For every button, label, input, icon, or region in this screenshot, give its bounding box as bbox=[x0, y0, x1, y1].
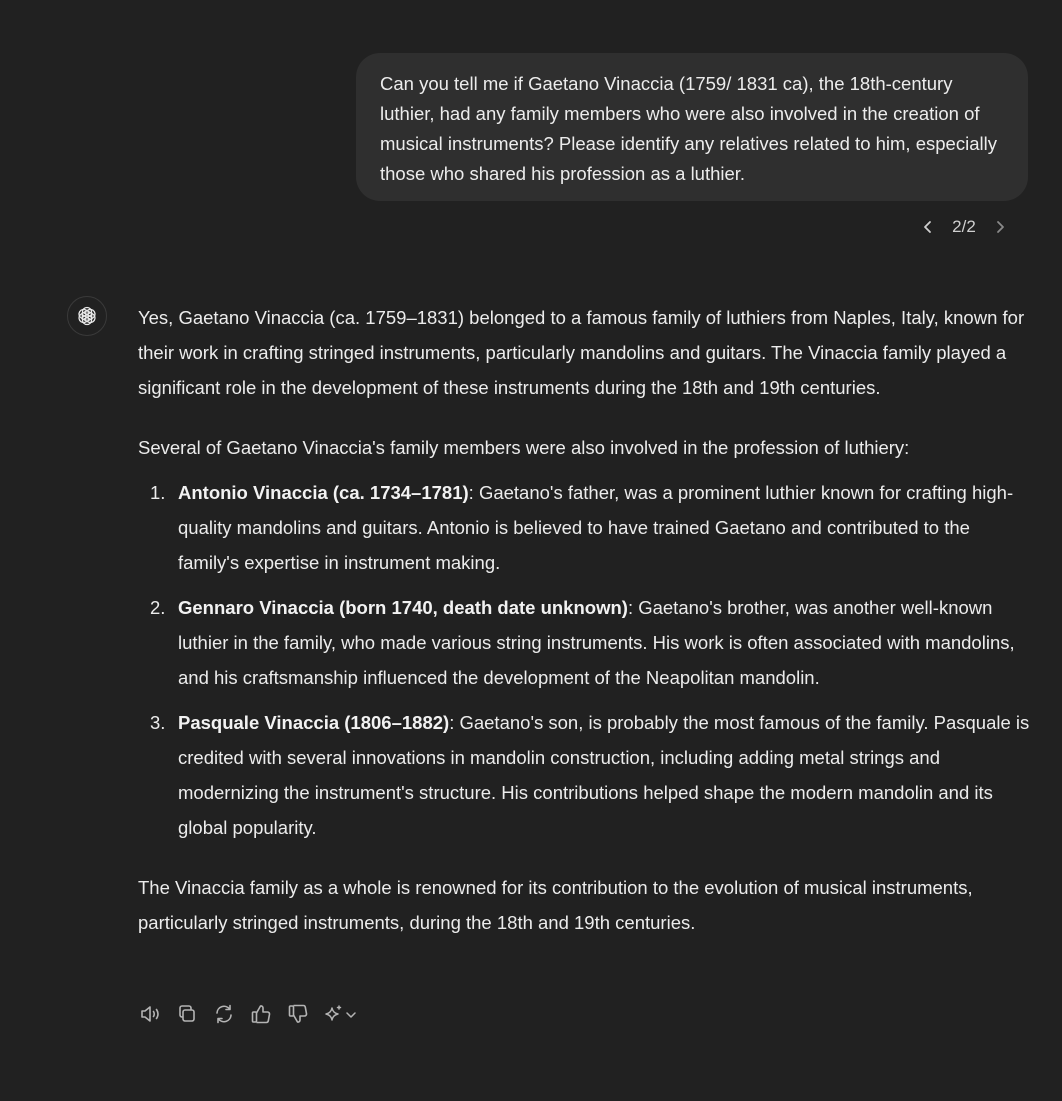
thumbs-up-icon[interactable] bbox=[249, 1002, 273, 1026]
chevron-right-icon[interactable] bbox=[988, 213, 1012, 241]
list-item: 1. Antonio Vinaccia (ca. 1734–1781): Gaet… bbox=[138, 475, 1033, 580]
chat-page: Can you tell me if Gaetano Vinaccia (175… bbox=[0, 0, 1062, 1101]
assistant-lead-paragraph: Several of Gaetano Vinaccia's family mem… bbox=[138, 437, 910, 458]
read-aloud-icon[interactable] bbox=[138, 1002, 162, 1026]
thumbs-down-icon[interactable] bbox=[286, 1002, 310, 1026]
assistant-message: Yes, Gaetano Vinaccia (ca. 1759–1831) be… bbox=[138, 300, 1033, 940]
list-item: 2. Gennaro Vinaccia (born 1740, death dat… bbox=[138, 590, 1033, 695]
chevron-left-icon[interactable] bbox=[916, 213, 940, 241]
sparkle-model-icon[interactable] bbox=[323, 1002, 359, 1026]
user-message-bubble: Can you tell me if Gaetano Vinaccia (175… bbox=[356, 53, 1028, 201]
list-item-number: 1. bbox=[150, 482, 166, 503]
assistant-conclusion-paragraph: The Vinaccia family as a whole is renown… bbox=[138, 877, 973, 933]
list-item-number: 2. bbox=[150, 597, 166, 618]
copy-icon[interactable] bbox=[175, 1002, 199, 1026]
list-item-number: 3. bbox=[150, 712, 166, 733]
list-item-name: Antonio Vinaccia (ca. 1734–1781) bbox=[178, 482, 469, 503]
pager-label: 2/2 bbox=[952, 217, 976, 236]
message-action-bar bbox=[138, 1000, 359, 1028]
user-message-text: Can you tell me if Gaetano Vinaccia (175… bbox=[380, 73, 997, 184]
regenerate-icon[interactable] bbox=[212, 1002, 236, 1026]
list-item: 3. Pasquale Vinaccia (1806–1882): Gaetano… bbox=[138, 705, 1033, 845]
response-pager: 2/2 bbox=[916, 213, 1012, 241]
list-item-name: Pasquale Vinaccia (1806–1882) bbox=[178, 712, 450, 733]
openai-logo-icon bbox=[67, 296, 107, 336]
relatives-list: 1. Antonio Vinaccia (ca. 1734–1781): Gaet… bbox=[138, 475, 1033, 845]
assistant-intro-paragraph: Yes, Gaetano Vinaccia (ca. 1759–1831) be… bbox=[138, 307, 1025, 398]
list-item-name: Gennaro Vinaccia (born 1740, death date … bbox=[178, 597, 628, 618]
